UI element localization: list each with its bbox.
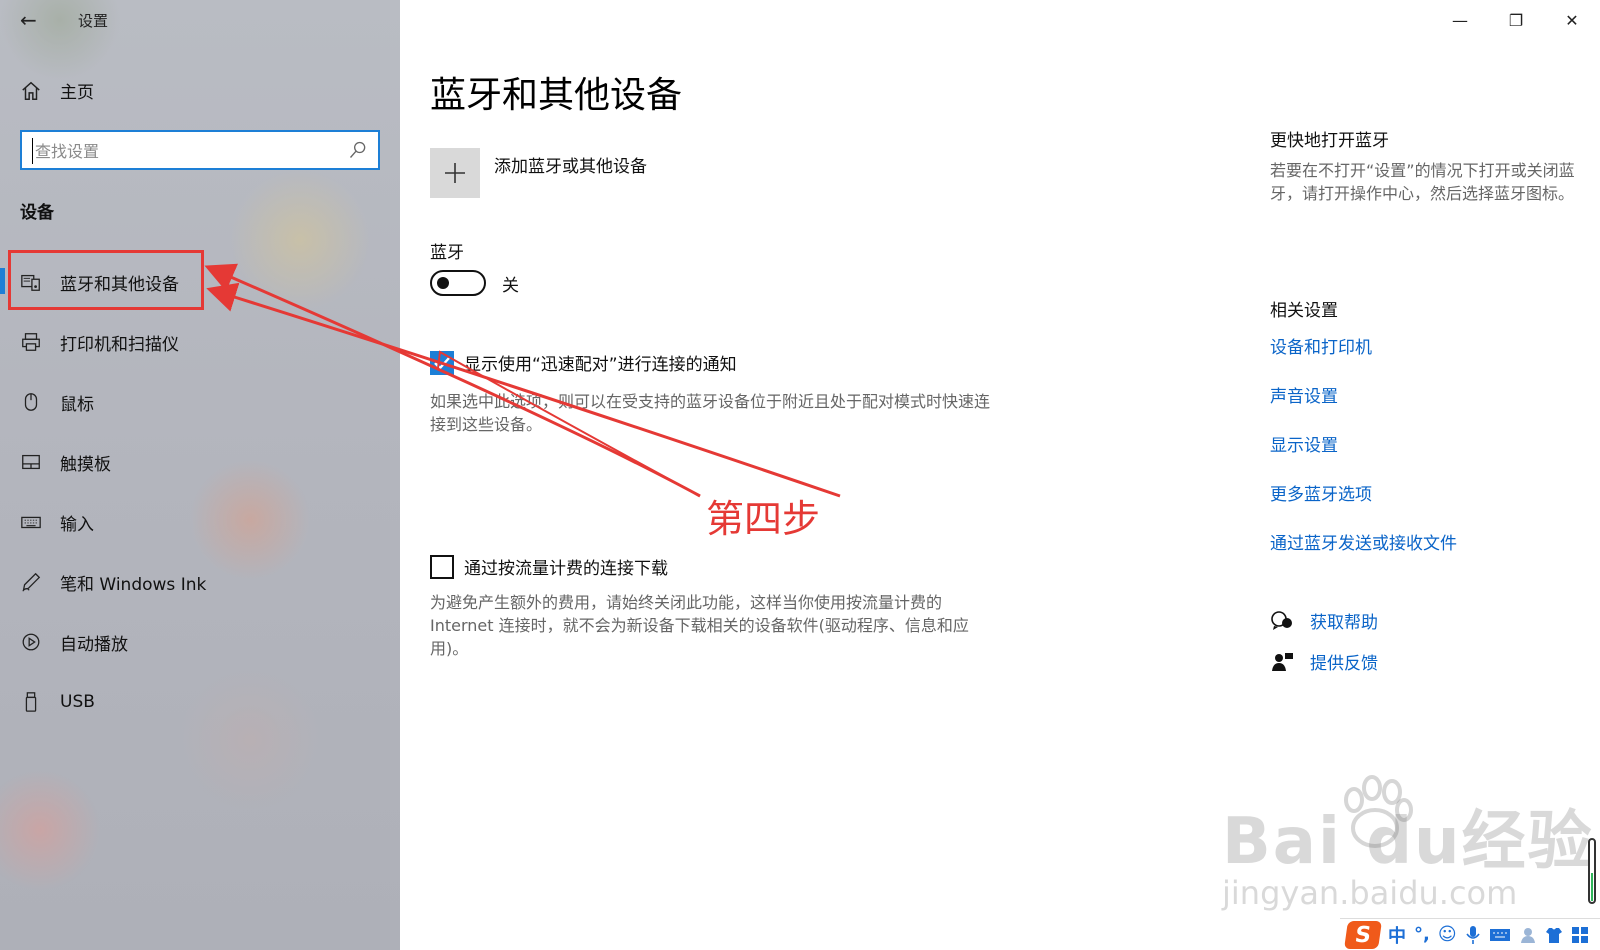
- printer-icon: [22, 333, 40, 351]
- toolbox-grid-icon[interactable]: [1571, 926, 1589, 944]
- link-send-receive-files[interactable]: 通过蓝牙发送或接收文件: [1270, 529, 1580, 554]
- pen-icon: [22, 572, 41, 592]
- maximize-button[interactable]: ❐: [1488, 0, 1544, 40]
- toggle-state-label: 关: [502, 275, 519, 296]
- home-icon: [22, 81, 40, 100]
- related-settings-section: 相关设置 设备和打印机 声音设置 显示设置 更多蓝牙选项 通过蓝牙发送或接收文件: [1270, 296, 1580, 554]
- sidebar-item-label: 打印机和扫描仪: [60, 334, 179, 355]
- page-title: 蓝牙和其他设备: [430, 75, 683, 116]
- checkmark-icon: [434, 356, 450, 370]
- sidebar-item-label: 鼠标: [60, 394, 94, 415]
- related-settings-heading: 相关设置: [1270, 301, 1338, 321]
- quick-open-section: 更快地打开蓝牙 若要在不打开“设置”的情况下打开或关闭蓝牙，请打开操作中心，然后…: [1270, 126, 1580, 205]
- link-display-settings[interactable]: 显示设置: [1270, 431, 1580, 456]
- plus-icon: [445, 163, 465, 183]
- window-title: 设置: [78, 12, 109, 30]
- help-section: 获取帮助 提供反馈: [1270, 608, 1580, 674]
- sidebar-item-bluetooth[interactable]: 蓝牙和其他设备: [0, 252, 400, 312]
- link-devices-printers[interactable]: 设备和打印机: [1270, 333, 1580, 358]
- watermark: Bai du经验 jingyan.baidu.com: [1222, 790, 1594, 912]
- add-tile: [430, 148, 480, 198]
- metered-checkbox[interactable]: [430, 554, 454, 579]
- quick-open-heading: 更快地打开蓝牙: [1270, 131, 1389, 151]
- sidebar-item-label: 触摸板: [60, 454, 111, 475]
- quick-open-text: 若要在不打开“设置”的情况下打开或关闭蓝牙，请打开操作中心，然后选择蓝牙图标。: [1270, 161, 1575, 203]
- skin-shirt-icon[interactable]: [1545, 926, 1563, 944]
- sidebar-item-label: 蓝牙和其他设备: [60, 274, 179, 295]
- bluetooth-toggle[interactable]: [430, 270, 486, 296]
- sidebar-item-mouse[interactable]: 鼠标: [0, 372, 400, 432]
- usb-icon: [25, 692, 37, 712]
- swift-pair-label: 显示使用“迅速配对”进行连接的通知: [464, 355, 737, 375]
- sidebar-item-printers[interactable]: 打印机和扫描仪: [0, 312, 400, 372]
- search-icon[interactable]: [348, 140, 368, 160]
- feedback-link[interactable]: 提供反馈: [1270, 649, 1580, 674]
- feedback-icon: [1272, 652, 1293, 671]
- sidebar-home[interactable]: 主页: [20, 78, 94, 103]
- microphone-icon[interactable]: [1465, 925, 1481, 945]
- sidebar-item-label: 自动播放: [60, 634, 128, 655]
- ime-mode-button[interactable]: 中: [1388, 922, 1406, 948]
- scroll-indicator-fill: [1591, 873, 1593, 901]
- swift-pair-checkbox[interactable]: [430, 350, 454, 375]
- user-icon[interactable]: [1519, 926, 1537, 944]
- minimize-button[interactable]: —: [1432, 0, 1488, 40]
- touchpad-icon: [22, 454, 40, 470]
- keyboard-icon: [21, 516, 41, 529]
- add-device-button[interactable]: 添加蓝牙或其他设备: [430, 148, 647, 198]
- soft-keyboard-icon[interactable]: [1489, 927, 1511, 943]
- ime-toolbar: S 中 °, ☺: [1340, 918, 1600, 950]
- get-help-label: 获取帮助: [1310, 613, 1378, 633]
- sidebar-item-label: 输入: [60, 514, 94, 535]
- sidebar-nav: 蓝牙和其他设备 打印机和扫描仪 鼠标 触摸板 输入 笔和 Windows Ink…: [0, 252, 400, 732]
- sidebar-item-label: 笔和 Windows Ink: [60, 574, 207, 595]
- search-field-container: [20, 130, 380, 170]
- get-help-link[interactable]: 获取帮助: [1270, 608, 1580, 633]
- feedback-label: 提供反馈: [1310, 654, 1378, 674]
- bluetooth-toggle-row: 关: [430, 270, 519, 296]
- add-device-label: 添加蓝牙或其他设备: [494, 157, 647, 177]
- toggle-knob: [437, 277, 449, 289]
- watermark-main: Bai du经验: [1222, 805, 1594, 879]
- ime-emoji-button[interactable]: ☺: [1438, 924, 1457, 945]
- bluetooth-label: 蓝牙: [430, 243, 464, 263]
- sidebar-item-autoplay[interactable]: 自动播放: [0, 612, 400, 672]
- autoplay-icon: [22, 633, 40, 651]
- sidebar-home-label: 主页: [60, 83, 94, 103]
- metered-description: 为避免产生额外的费用，请始终关闭此功能，这样当你使用按流量计费的 Interne…: [430, 593, 969, 658]
- settings-sidebar: ← 设置 主页 设备 蓝牙和其他设备: [0, 0, 400, 950]
- link-more-bluetooth[interactable]: 更多蓝牙选项: [1270, 480, 1580, 505]
- swift-pair-row: 显示使用“迅速配对”进行连接的通知: [430, 350, 737, 375]
- sogou-logo-icon[interactable]: S: [1344, 920, 1382, 949]
- search-input[interactable]: [32, 138, 332, 164]
- window-controls: — ❐ ✕: [1432, 0, 1600, 40]
- ime-punct-button[interactable]: °,: [1414, 924, 1430, 945]
- close-button[interactable]: ✕: [1544, 0, 1600, 40]
- swift-pair-description: 如果选中此选项，则可以在受支持的蓝牙设备位于附近且处于配对模式时快速连接到这些设…: [430, 392, 991, 434]
- annotation-step-label: 第四步: [706, 497, 821, 541]
- metered-row: 通过按流量计费的连接下载: [430, 554, 668, 579]
- sidebar-item-touchpad[interactable]: 触摸板: [0, 432, 400, 492]
- sidebar-item-usb[interactable]: USB: [0, 672, 400, 732]
- bluetooth-devices-icon: [21, 274, 40, 291]
- back-button[interactable]: ←: [20, 8, 44, 32]
- link-sound-settings[interactable]: 声音设置: [1270, 382, 1580, 407]
- scroll-indicator: [1588, 838, 1596, 904]
- sidebar-item-pen[interactable]: 笔和 Windows Ink: [0, 552, 400, 612]
- metered-label: 通过按流量计费的连接下载: [464, 559, 668, 579]
- section-heading-devices: 设备: [20, 203, 54, 223]
- help-chat-icon: [1271, 610, 1292, 630]
- sidebar-item-label: USB: [60, 692, 95, 712]
- sidebar-item-typing[interactable]: 输入: [0, 492, 400, 552]
- mouse-icon: [24, 393, 38, 411]
